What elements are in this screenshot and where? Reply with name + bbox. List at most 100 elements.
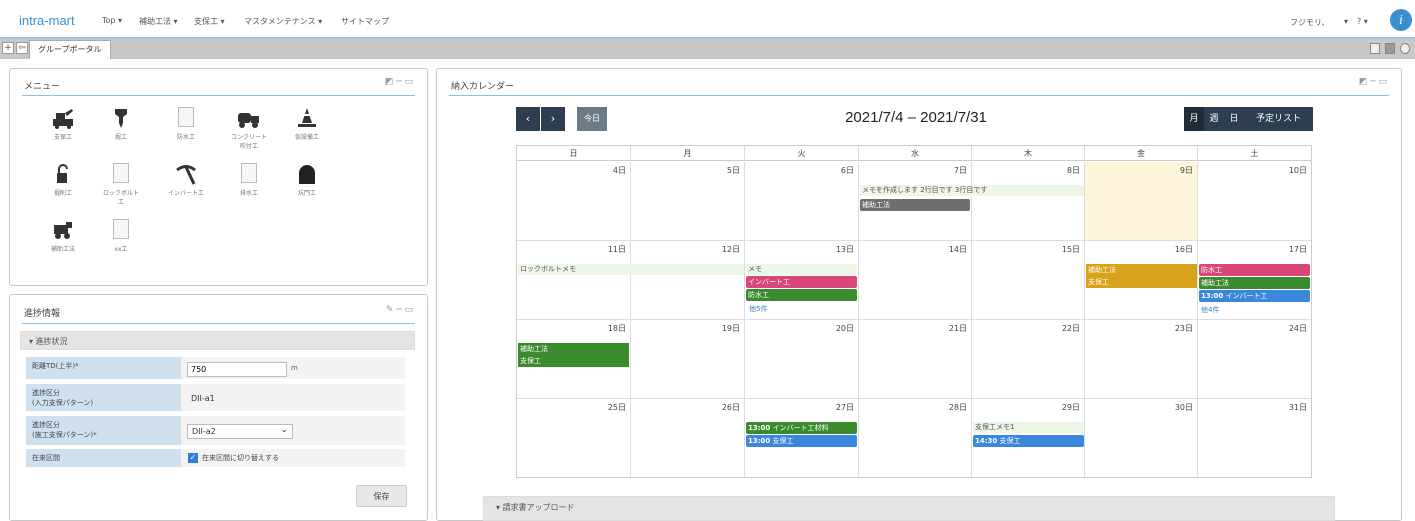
calendar-event[interactable]: 13:00 支保工 <box>746 435 857 447</box>
day-header-sun: 日 <box>517 146 631 161</box>
day-cell[interactable]: 28日 <box>859 399 972 477</box>
nav-top[interactable]: Top ▾ <box>102 16 122 25</box>
calendar-grid: 日 月 火 水 木 金 土 4日 5日 6日 7日 8日 9日 10日 11日 … <box>516 145 1312 478</box>
day-header-wed: 水 <box>859 146 972 161</box>
tab-group-portal[interactable]: グループポータル <box>29 40 111 59</box>
work-pattern-row: DII-a2 ⌄ <box>181 416 405 447</box>
calendar-event[interactable]: 補助工法 <box>1199 277 1310 289</box>
calendar-event[interactable]: 支保工メモ1 <box>973 422 1084 433</box>
menu-item-xx[interactable]: xx工 <box>96 219 146 254</box>
nav-sitemap[interactable]: サイトマップ <box>341 16 389 27</box>
calendar-event[interactable]: 13:00 インバート工 <box>1199 290 1310 302</box>
machine-icon <box>51 219 75 241</box>
day-cell[interactable]: 26日 <box>631 399 745 477</box>
menu-item-hojo-kouhou[interactable]: 補助工法 <box>38 219 88 254</box>
add-tab-icon[interactable]: + <box>2 42 14 54</box>
im-info-icon[interactable]: i <box>1390 9 1412 31</box>
save-button[interactable]: 保存 <box>356 485 407 507</box>
menu-item-shihoukou[interactable]: 支保工 <box>38 107 88 142</box>
menu-item-kussaku[interactable]: 掘工 <box>96 107 146 142</box>
nav-hojo-kouhou[interactable]: 補助工法 ▾ <box>139 16 178 27</box>
day-cell[interactable]: 31日 <box>1198 399 1311 477</box>
nav-shihoukou[interactable]: 支保工 ▾ <box>194 16 225 27</box>
day-cell[interactable]: 6日 <box>745 162 859 241</box>
help-menu[interactable]: ? ▾ <box>1357 17 1368 26</box>
zairai-checkbox[interactable]: ✓ <box>188 453 198 463</box>
day-cell[interactable]: 19日 <box>631 320 745 399</box>
document-icon <box>109 219 133 241</box>
panel-tools[interactable]: ✎ ─ ▭ <box>386 305 413 315</box>
day-cell[interactable]: 23日 <box>1085 320 1198 399</box>
pickaxe-icon <box>174 163 198 185</box>
calendar-event[interactable]: ロックボルトメモ <box>518 264 744 275</box>
panel-tools[interactable]: ◩ ─ ▭ <box>1359 77 1387 87</box>
work-pattern-select[interactable]: DII-a2 ⌄ <box>187 424 293 439</box>
menu-item-kasetsubi[interactable]: 仮設備工 <box>282 107 332 142</box>
settings-icon[interactable] <box>1400 43 1410 54</box>
document-icon <box>174 107 198 129</box>
day-cell[interactable]: 8日 <box>972 162 1085 241</box>
menu-item-bousuikou[interactable]: 防水工 <box>161 107 211 142</box>
cone-icon <box>295 107 319 129</box>
calendar-event[interactable]: 14:30 支保工 <box>973 435 1084 447</box>
menu-panel-title: メニュー <box>24 82 61 92</box>
view-list-button[interactable]: 予定リスト <box>1244 107 1313 131</box>
day-cell[interactable]: 20日 <box>745 320 859 399</box>
day-cell-today[interactable]: 9日 <box>1085 162 1198 241</box>
menu-item-rockbolt[interactable]: ロックボルト 工 <box>96 163 146 207</box>
calendar-event[interactable]: 支保工 <box>1086 276 1197 288</box>
calendar-event[interactable]: 補助工法 <box>860 199 970 211</box>
day-cell[interactable]: 22日 <box>972 320 1085 399</box>
calendar-event[interactable]: インバート工 <box>746 276 857 288</box>
td-input[interactable] <box>187 362 287 377</box>
day-cell[interactable]: 10日 <box>1198 162 1311 241</box>
collapse-icon[interactable]: ⇦ <box>16 42 28 54</box>
user-caret-icon[interactable]: ▾ <box>1344 17 1348 26</box>
menu-item-concrete[interactable]: コンクリート 吹付工 <box>224 107 274 151</box>
day-cell[interactable]: 30日 <box>1085 399 1198 477</box>
calendar-event[interactable]: メモ <box>746 264 857 275</box>
calendar-event[interactable]: 補助工法 <box>1086 264 1197 276</box>
calendar-event[interactable]: 支保工 <box>518 355 629 367</box>
title-underline <box>22 323 415 324</box>
chevron-down-icon: ⌄ <box>280 425 288 435</box>
trash-icon[interactable] <box>1385 43 1395 54</box>
window-icon[interactable] <box>1370 43 1380 54</box>
calendar-event[interactable]: 防水工 <box>746 289 857 301</box>
upload-section-title: ▾ 請求書アップロード <box>496 503 575 512</box>
invoice-upload-section[interactable]: ▾ 請求書アップロード <box>483 496 1335 521</box>
menu-item-koumon[interactable]: 坑門工 <box>282 163 332 198</box>
day-cell[interactable]: 15日 <box>972 241 1085 320</box>
today-button[interactable]: 今日 <box>577 107 607 131</box>
brand-logo[interactable]: intra-mart <box>19 13 75 28</box>
zairai-label: 在来区間 <box>26 449 181 469</box>
next-button[interactable]: › <box>541 107 565 131</box>
section-title: ▾ 進捗状況 <box>29 337 68 346</box>
prev-button[interactable]: ‹ <box>516 107 540 131</box>
menu-item-kussakukou[interactable]: 掘削工 <box>38 163 88 198</box>
day-cell[interactable]: 5日 <box>631 162 745 241</box>
day-cell[interactable]: 4日 <box>517 162 631 241</box>
day-cell[interactable]: 14日 <box>859 241 972 320</box>
view-month-button[interactable]: 月 <box>1184 107 1204 131</box>
day-cell[interactable]: 12日 <box>631 241 745 320</box>
user-menu[interactable]: フジモリ、 <box>1290 17 1330 28</box>
progress-section-header[interactable]: ▾ 進捗状況 <box>20 331 415 350</box>
nav-master-maintenance[interactable]: マスタメンテナンス ▾ <box>244 16 322 27</box>
day-cell[interactable]: 24日 <box>1198 320 1311 399</box>
day-cell[interactable]: 21日 <box>859 320 972 399</box>
calendar-event[interactable]: 補助工法 <box>518 343 629 355</box>
more-events-link[interactable]: 他5件 <box>749 304 767 314</box>
menu-item-invert[interactable]: インバート工 <box>161 163 211 198</box>
view-day-button[interactable]: 日 <box>1224 107 1244 131</box>
menu-item-haisui[interactable]: 排水工 <box>224 163 274 198</box>
day-cell[interactable]: 25日 <box>517 399 631 477</box>
day-cell[interactable]: 11日 <box>517 241 631 320</box>
view-week-button[interactable]: 週 <box>1204 107 1224 131</box>
calendar-event[interactable]: 13:00 インバート工材料 <box>746 422 857 434</box>
panel-tools[interactable]: ◩ ─ ▭ <box>385 77 413 87</box>
calendar-event[interactable]: 防水工 <box>1199 264 1310 276</box>
more-events-link[interactable]: 他4件 <box>1201 305 1219 315</box>
calendar-event[interactable]: メモを作成します 2行目です 3行目です <box>860 185 1084 196</box>
day-header-sat: 土 <box>1198 146 1311 161</box>
